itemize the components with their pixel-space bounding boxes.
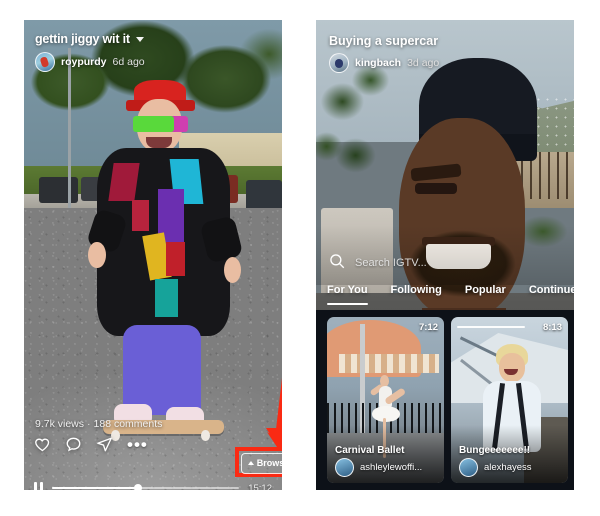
- search-row: Search IGTV...: [316, 246, 574, 280]
- browse-button-label: Browse: [256, 458, 282, 468]
- browse-button[interactable]: Browse: [241, 452, 282, 474]
- video-title-row[interactable]: gettin jiggy wit it: [35, 32, 144, 46]
- category-tabs: For You Following Popular Continue W: [316, 284, 574, 305]
- card-title: Bungeeeeeee!!: [459, 445, 531, 456]
- avatar: [335, 458, 354, 477]
- seek-slider[interactable]: [52, 484, 240, 490]
- tab-for-you[interactable]: For You: [327, 284, 368, 305]
- avatar: [459, 458, 478, 477]
- like-icon[interactable]: [34, 436, 51, 453]
- video-title: gettin jiggy wit it: [35, 32, 130, 46]
- author-username[interactable]: roypurdy: [61, 56, 107, 68]
- pause-icon[interactable]: [34, 482, 43, 490]
- video-stats: 9.7k views · 188 comments: [35, 418, 162, 430]
- screenshot-canvas: gettin jiggy wit it roypurdy 6d ago 9.7k…: [0, 0, 600, 516]
- card-duration: 7:12: [418, 322, 438, 333]
- card-duration: 8:13: [542, 322, 562, 333]
- video-card-grid: 7:12 Carnival Ballet ashleylewoffi... 8:…: [316, 310, 574, 490]
- video-time-remaining: 15:12: [248, 482, 272, 491]
- search-icon[interactable]: [328, 252, 346, 275]
- card-author-row[interactable]: alexhayess: [459, 458, 532, 477]
- chevron-up-icon: [247, 461, 254, 465]
- view-count: 9.7k views: [35, 418, 85, 430]
- seek-handle[interactable]: [134, 484, 143, 490]
- card-author-row[interactable]: ashleylewoffi...: [335, 458, 422, 477]
- share-icon[interactable]: [96, 436, 113, 453]
- igtv-browse-screen: Buying a supercar kingbach 3d ago Search…: [316, 20, 574, 490]
- video-author-row[interactable]: kingbach 3d ago: [329, 53, 439, 73]
- video-author-row[interactable]: roypurdy 6d ago: [35, 52, 145, 72]
- author-username[interactable]: kingbach: [355, 57, 401, 69]
- comment-icon[interactable]: [65, 436, 82, 453]
- red-arrow-down-annotation: [266, 378, 282, 450]
- card-progress-bar: [457, 326, 525, 328]
- chevron-down-icon[interactable]: [135, 36, 144, 42]
- video-action-bar: •••: [34, 436, 148, 453]
- card-username: ashleylewoffi...: [360, 462, 423, 473]
- author-time-ago: 3d ago: [407, 57, 440, 69]
- more-options-icon[interactable]: •••: [127, 436, 148, 453]
- igtv-video-player-screen: gettin jiggy wit it roypurdy 6d ago 9.7k…: [24, 20, 282, 490]
- video-progress-bar: 15:12: [34, 482, 272, 490]
- tab-continue-watching[interactable]: Continue W: [529, 284, 574, 305]
- search-input[interactable]: Search IGTV...: [355, 257, 427, 269]
- author-time-ago: 6d ago: [112, 56, 145, 68]
- avatar[interactable]: [35, 52, 55, 72]
- tab-following[interactable]: Following: [391, 284, 442, 305]
- card-username: alexhayess: [484, 462, 532, 473]
- video-card[interactable]: 8:13 Bungeeeeeee!! alexhayess: [451, 317, 568, 483]
- avatar[interactable]: [329, 53, 349, 73]
- stats-separator: ·: [87, 418, 91, 430]
- video-title: Buying a supercar: [329, 34, 439, 48]
- comment-count: 188 comments: [93, 418, 163, 430]
- video-card[interactable]: 7:12 Carnival Ballet ashleylewoffi...: [327, 317, 444, 483]
- tab-popular[interactable]: Popular: [465, 284, 506, 305]
- card-title: Carnival Ballet: [335, 445, 405, 456]
